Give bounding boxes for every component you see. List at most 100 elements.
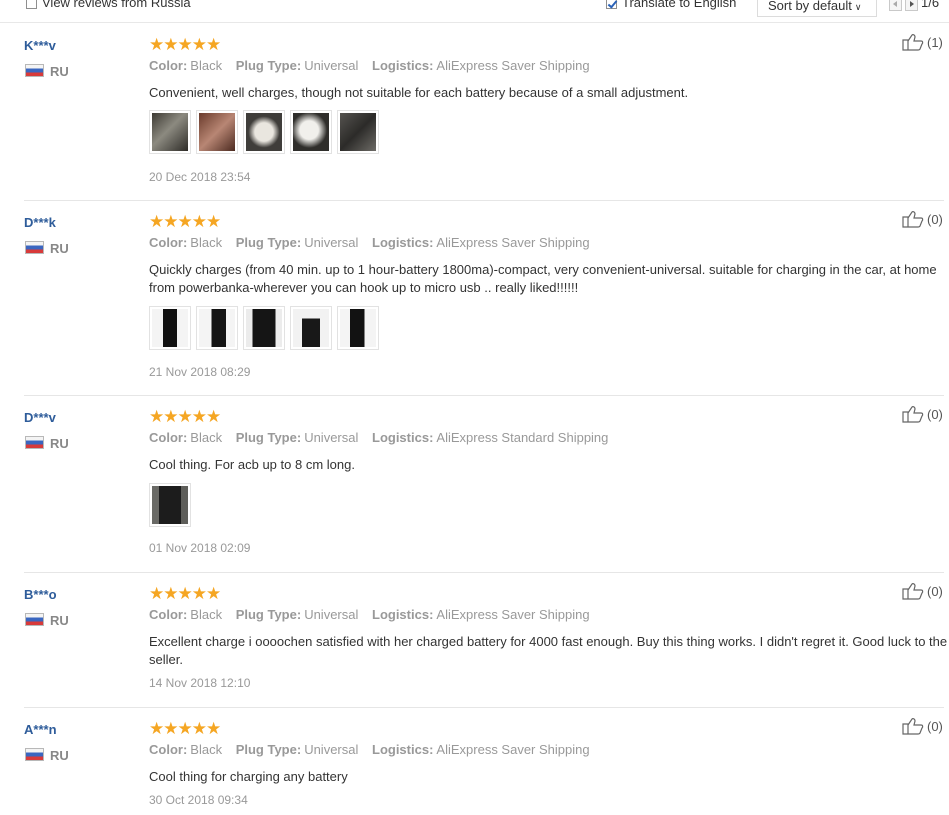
star-rating: ★★★★★	[149, 212, 221, 231]
prev-page-button[interactable]	[889, 0, 902, 11]
review-text: Convenient, well charges, though not sui…	[149, 85, 689, 100]
plug-type-value: Universal	[304, 58, 359, 73]
color-label: Color:	[149, 607, 188, 622]
review-photo-thumbnail[interactable]	[243, 306, 285, 350]
plug-type-value: Universal	[304, 742, 359, 757]
reviewer-country: RU	[50, 64, 69, 79]
thumbs-up-icon	[902, 406, 924, 423]
thumbs-up-icon	[902, 718, 924, 735]
sort-dropdown-value: Sort by default	[768, 0, 852, 13]
review-attributes: Color: Black Plug Type: Universal Logistic…	[149, 607, 590, 622]
page-indicator: 1/6	[921, 0, 940, 10]
color-value: Black	[190, 742, 223, 757]
plug-type-value: Universal	[304, 235, 359, 250]
thumbs-up-icon	[902, 211, 924, 228]
russia-flag-icon	[25, 748, 44, 761]
review-item: A***n RU ★★★★★ Color: Black Plug Type: Uni…	[24, 718, 944, 814]
logistics-value: AliExpress Saver Shipping	[436, 742, 590, 757]
review-item: K***v RU ★★★★★ Color: Black Plug Type: Uni…	[24, 34, 944, 201]
helpful-count: (0)	[927, 407, 943, 422]
review-date: 20 Dec 2018 23:54	[149, 170, 251, 184]
review-attributes: Color: Black Plug Type: Universal Logistic…	[149, 235, 590, 250]
helpful-count: (0)	[927, 719, 943, 734]
review-filter-bar: View reviews from Russia Translate to En…	[0, 0, 949, 23]
logistics-value: AliExpress Standard Shipping	[436, 430, 609, 445]
star-rating: ★★★★★	[149, 407, 221, 426]
logistics-value: AliExpress Saver Shipping	[436, 235, 590, 250]
translate-label: Translate to English	[622, 0, 737, 10]
review-photo-thumbnail[interactable]	[290, 306, 332, 350]
reviewer-country: RU	[50, 241, 69, 256]
thumbs-up-icon	[902, 34, 924, 51]
reviewer-name: D***v	[24, 410, 56, 425]
logistics-label: Logistics:	[372, 742, 434, 757]
review-date: 21 Nov 2018 08:29	[149, 365, 251, 379]
plug-type-label: Plug Type:	[235, 58, 302, 73]
helpful-count: (0)	[927, 584, 943, 599]
review-text: Excellent charge i oooochen satisfied wi…	[149, 634, 948, 667]
review-text: Cool thing for charging any battery	[149, 769, 348, 784]
plug-type-label: Plug Type:	[235, 607, 302, 622]
russia-flag-icon	[25, 436, 44, 449]
review-attributes: Color: Black Plug Type: Universal Logistic…	[149, 742, 590, 757]
color-label: Color:	[149, 58, 188, 73]
review-attributes: Color: Black Plug Type: Universal Logistic…	[149, 58, 590, 73]
russia-flag-icon	[25, 241, 44, 254]
plug-type-value: Universal	[304, 607, 359, 622]
logistics-value: AliExpress Saver Shipping	[436, 607, 590, 622]
reviewer-name: B***o	[24, 587, 57, 602]
logistics-label: Logistics:	[372, 58, 434, 73]
chevron-down-icon: ∨	[854, 2, 862, 12]
review-photo-thumbnail[interactable]	[149, 306, 191, 350]
russia-flag-icon	[25, 64, 44, 77]
review-attributes: Color: Black Plug Type: Universal Logistic…	[149, 430, 608, 445]
review-photo-thumbnail[interactable]	[196, 110, 238, 154]
star-rating: ★★★★★	[149, 584, 221, 603]
review-text: Cool thing. For acb up to 8 cm long.	[149, 457, 355, 472]
color-value: Black	[190, 607, 223, 622]
reviewer-country: RU	[50, 436, 69, 451]
reviewer-name: A***n	[24, 722, 57, 737]
reviewer-country: RU	[50, 748, 69, 763]
reviewer-country: RU	[50, 613, 69, 628]
logistics-value: AliExpress Saver Shipping	[436, 58, 590, 73]
reviewer-name: D***k	[24, 215, 56, 230]
helpful-button[interactable]: (0)	[902, 582, 943, 600]
helpful-button[interactable]: (1)	[902, 33, 943, 51]
review-photo-thumbnail[interactable]	[149, 110, 191, 154]
plug-type-label: Plug Type:	[235, 742, 302, 757]
plug-type-label: Plug Type:	[235, 235, 302, 250]
color-label: Color:	[149, 430, 188, 445]
review-date: 01 Nov 2018 02:09	[149, 541, 251, 555]
color-value: Black	[190, 58, 223, 73]
review-photo-thumbnail[interactable]	[243, 110, 285, 154]
reviewer-name: K***v	[24, 38, 56, 53]
plug-type-value: Universal	[304, 430, 359, 445]
plug-type-label: Plug Type:	[235, 430, 302, 445]
helpful-button[interactable]: (0)	[902, 717, 943, 735]
color-label: Color:	[149, 235, 188, 250]
review-photo-thumbnail[interactable]	[337, 306, 379, 350]
logistics-label: Logistics:	[372, 235, 434, 250]
review-date: 30 Oct 2018 09:34	[149, 793, 248, 807]
helpful-button[interactable]: (0)	[902, 210, 943, 228]
helpful-button[interactable]: (0)	[902, 405, 943, 423]
sort-dropdown[interactable]: Sort by default ∨	[757, 0, 877, 17]
thumbs-up-icon	[902, 583, 924, 600]
review-photo-thumbnail[interactable]	[149, 483, 191, 527]
review-item: D***k RU ★★★★★ Color: Black Plug Type: Uni…	[24, 211, 944, 396]
view-reviews-from-label: View reviews from Russia	[42, 0, 191, 10]
translate-checkbox[interactable]	[606, 0, 617, 9]
color-value: Black	[190, 430, 223, 445]
review-photo-thumbnail[interactable]	[196, 306, 238, 350]
next-page-button[interactable]	[905, 0, 918, 11]
color-label: Color:	[149, 742, 188, 757]
review-photo-thumbnail[interactable]	[290, 110, 332, 154]
view-reviews-from-checkbox[interactable]	[26, 0, 37, 9]
review-text: Quickly charges (from 40 min. up to 1 ho…	[149, 262, 937, 295]
star-rating: ★★★★★	[149, 35, 221, 54]
review-item: D***v RU ★★★★★ Color: Black Plug Type: Uni…	[24, 406, 944, 573]
russia-flag-icon	[25, 613, 44, 626]
star-rating: ★★★★★	[149, 719, 221, 738]
review-photo-thumbnail[interactable]	[337, 110, 379, 154]
